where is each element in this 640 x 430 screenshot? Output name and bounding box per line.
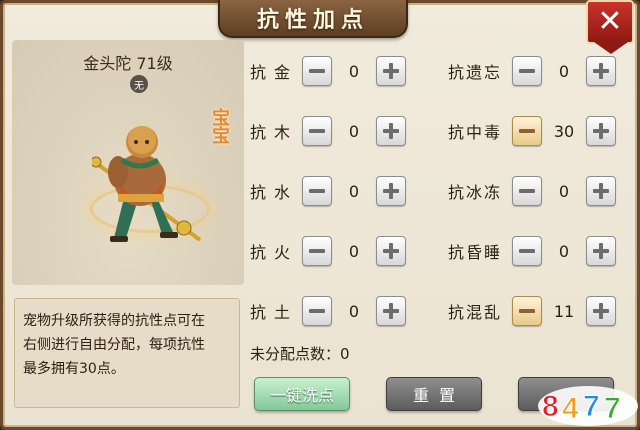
resist-value: 0 (348, 241, 360, 261)
resist-row-wood: 抗木 0 (250, 116, 406, 146)
decrease-button[interactable] (302, 296, 332, 326)
decrease-button[interactable] (302, 116, 332, 146)
plus-icon (383, 243, 399, 259)
minus-icon (309, 69, 325, 73)
resist-value: 30 (553, 121, 575, 141)
increase-button[interactable] (586, 236, 616, 266)
svg-text:4: 4 (562, 392, 579, 425)
plus-icon (593, 183, 609, 199)
resist-value: 0 (348, 121, 360, 141)
decrease-button[interactable] (512, 56, 542, 86)
minus-icon (519, 129, 535, 133)
resist-label: 抗水 (250, 183, 299, 202)
increase-button[interactable] (586, 116, 616, 146)
resist-row-sleep: 抗昏睡 0 (448, 236, 616, 266)
svg-text:7: 7 (583, 390, 600, 423)
resist-value: 11 (553, 301, 575, 321)
svg-text:8: 8 (542, 390, 559, 423)
decrease-button[interactable] (302, 176, 332, 206)
decrease-button[interactable] (302, 236, 332, 266)
resist-value: 0 (348, 301, 360, 321)
description-box: 宠物升级所获得的抗性点可在 右侧进行自由分配，每项抗性 最多拥有30点。 (14, 298, 240, 408)
increase-button[interactable] (376, 236, 406, 266)
minus-icon (519, 309, 535, 313)
minus-icon (309, 189, 325, 193)
decrease-button[interactable] (512, 296, 542, 326)
minus-icon (309, 129, 325, 133)
resist-row-metal: 抗金 0 (250, 56, 406, 86)
plus-icon (383, 63, 399, 79)
minus-icon (309, 309, 325, 313)
pet-character (92, 126, 202, 242)
increase-button[interactable] (586, 296, 616, 326)
site-watermark: 8 4 7 7 (538, 386, 638, 426)
resist-row-forget: 抗遗忘 0 (448, 56, 616, 86)
plus-icon (593, 123, 609, 139)
resist-label: 抗中毒 (448, 123, 503, 142)
resist-row-earth: 抗土 0 (250, 296, 406, 326)
resist-row-freeze: 抗冰冻 0 (448, 176, 616, 206)
decrease-button[interactable] (512, 116, 542, 146)
minus-icon (519, 189, 535, 193)
minus-icon (519, 69, 535, 73)
plus-icon (593, 303, 609, 319)
description-line: 最多拥有30点。 (23, 361, 125, 377)
resist-value: 0 (348, 61, 360, 81)
pet-tag: 宝宝 (209, 108, 230, 144)
resist-row-poison: 抗中毒 30 (448, 116, 616, 146)
svg-text:7: 7 (604, 392, 621, 425)
close-icon: ✕ (597, 4, 623, 39)
resist-label: 抗土 (250, 303, 299, 322)
minus-icon (519, 249, 535, 253)
increase-button[interactable] (586, 176, 616, 206)
reset-all-button[interactable]: 一键洗点 (254, 377, 350, 411)
close-button[interactable]: ✕ (586, 0, 634, 54)
increase-button[interactable] (376, 176, 406, 206)
description-line: 宠物升级所获得的抗性点可在 (23, 313, 205, 329)
plus-icon (593, 63, 609, 79)
resist-label: 抗金 (250, 63, 299, 82)
unassigned-points: 未分配点数：0 (250, 345, 350, 363)
reset-button[interactable]: 重置 (386, 377, 482, 411)
resist-row-fire: 抗火 0 (250, 236, 406, 266)
resist-row-water: 抗水 0 (250, 176, 406, 206)
decrease-button[interactable] (512, 236, 542, 266)
pet-badge: 无 (130, 75, 148, 93)
decrease-button[interactable] (302, 56, 332, 86)
resist-value: 0 (558, 241, 570, 261)
resist-label: 抗昏睡 (448, 243, 503, 262)
pet-display: 金头陀 71级 无 宝宝 (12, 40, 244, 285)
resist-label: 抗火 (250, 243, 299, 262)
panel-title: 抗性加点 (256, 8, 369, 33)
resist-value: 0 (558, 181, 570, 201)
resist-value: 0 (558, 61, 570, 81)
plus-icon (593, 243, 609, 259)
resist-value: 0 (348, 181, 360, 201)
decrease-button[interactable] (512, 176, 542, 206)
resist-label: 抗木 (250, 123, 299, 142)
plus-icon (383, 183, 399, 199)
minus-icon (309, 249, 325, 253)
resist-label: 抗遗忘 (448, 63, 503, 82)
plus-icon (383, 123, 399, 139)
resist-label: 抗冰冻 (448, 183, 503, 202)
title-plate: 抗性加点 (218, 0, 408, 38)
plus-icon (383, 303, 399, 319)
description-line: 右侧进行自由分配，每项抗性 (23, 337, 205, 353)
increase-button[interactable] (586, 56, 616, 86)
resist-row-chaos: 抗混乱 11 (448, 296, 616, 326)
increase-button[interactable] (376, 116, 406, 146)
increase-button[interactable] (376, 296, 406, 326)
increase-button[interactable] (376, 56, 406, 86)
resist-label: 抗混乱 (448, 303, 503, 322)
pet-name: 金头陀 71级 (83, 54, 173, 73)
